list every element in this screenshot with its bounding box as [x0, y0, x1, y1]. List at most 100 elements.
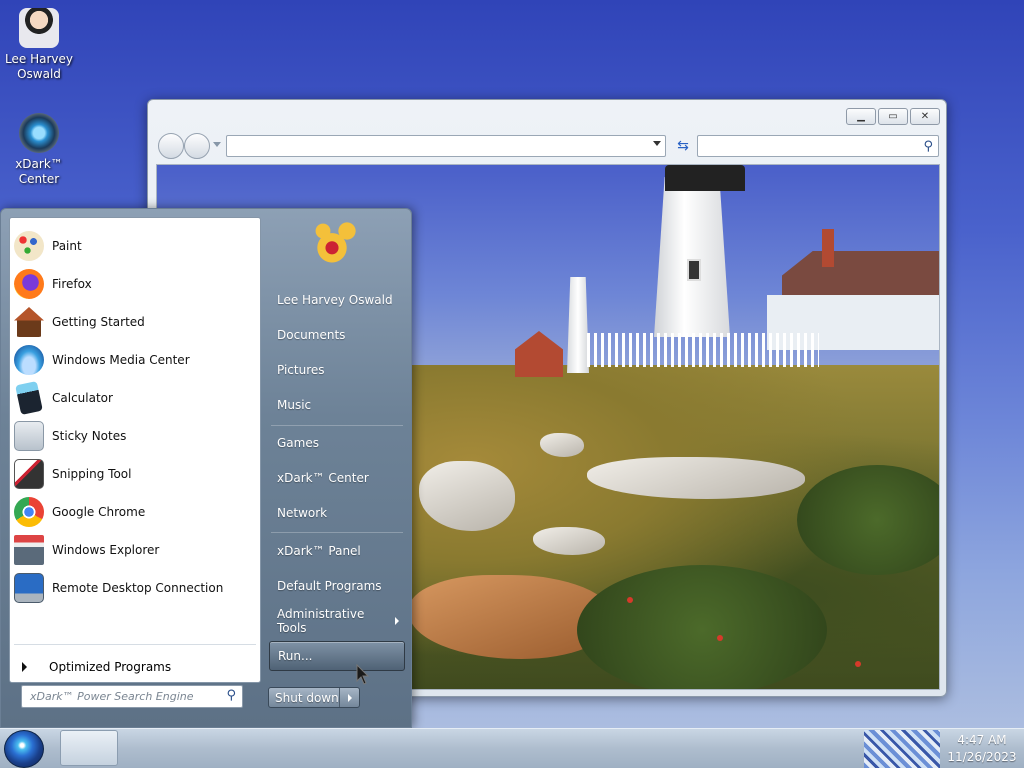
- optimized-programs-label: Optimized Programs: [49, 660, 172, 674]
- power-search-input[interactable]: xDark™ Power Search Engine ⚲: [21, 685, 243, 708]
- program-item-firefox[interactable]: Firefox: [14, 266, 256, 302]
- shutdown-button-group: Shut down: [268, 687, 360, 708]
- maximize-button[interactable]: ▭: [878, 108, 908, 125]
- arrow-right-icon: [347, 693, 352, 702]
- menu-separator: [271, 532, 403, 533]
- photo-flower: [855, 661, 861, 667]
- program-label: Paint: [52, 239, 82, 253]
- search-icon[interactable]: ⚲: [923, 139, 933, 154]
- photo-flower: [717, 635, 723, 641]
- media-center-icon: [14, 345, 44, 375]
- start-item-default-programs[interactable]: Default Programs: [269, 571, 405, 601]
- program-label: Snipping Tool: [52, 467, 132, 481]
- start-item-pictures[interactable]: Pictures: [269, 355, 405, 385]
- back-button[interactable]: [158, 133, 184, 159]
- program-item-remote-desktop[interactable]: Remote Desktop Connection: [14, 570, 256, 606]
- explorer-icon: [14, 535, 44, 565]
- desktop-icon-user[interactable]: Lee Harvey Oswald: [4, 8, 74, 82]
- program-label: Sticky Notes: [52, 429, 127, 443]
- submenu-arrow-icon: [395, 617, 399, 625]
- search-icon[interactable]: ⚲: [226, 688, 236, 703]
- clock-time: 4:47 AM: [957, 733, 1007, 747]
- program-label: Remote Desktop Connection: [52, 581, 224, 595]
- caption-buttons: ▁ ▭ ✕: [846, 108, 940, 125]
- program-label: Firefox: [52, 277, 92, 291]
- start-item-xdark-center[interactable]: xDark™ Center: [269, 463, 405, 493]
- start-item-run[interactable]: Run...: [269, 641, 405, 671]
- start-item-music[interactable]: Music: [269, 390, 405, 420]
- recent-pages-chevron-icon[interactable]: [213, 142, 221, 147]
- user-folder-icon: [19, 8, 59, 48]
- firefox-icon: [14, 269, 44, 299]
- snipping-tool-icon: [14, 459, 44, 489]
- minimize-icon: ▁: [857, 111, 865, 122]
- forward-button[interactable]: [184, 133, 210, 159]
- start-item-documents[interactable]: Documents: [269, 320, 405, 350]
- paint-icon: [14, 231, 44, 261]
- sticky-notes-icon: [14, 421, 44, 451]
- chrome-icon: [14, 497, 44, 527]
- program-label: Windows Explorer: [52, 543, 160, 557]
- clock-date: 11/26/2023: [947, 750, 1017, 764]
- expand-arrow-icon: [22, 662, 27, 672]
- navigation-bar: ⇆ ⚲: [156, 132, 939, 159]
- minimize-button[interactable]: ▁: [846, 108, 876, 125]
- program-item-paint[interactable]: Paint: [14, 228, 256, 264]
- program-item-calculator[interactable]: Calculator: [14, 380, 256, 416]
- getting-started-icon: [14, 307, 44, 337]
- program-item-windows-explorer[interactable]: Windows Explorer: [14, 532, 256, 568]
- photo-lighthouse-window: [687, 259, 701, 281]
- refresh-button[interactable]: ⇆: [670, 135, 696, 157]
- start-item-games[interactable]: Games: [269, 428, 405, 458]
- shutdown-options-button[interactable]: [339, 688, 359, 707]
- taskbar-window-button[interactable]: [60, 730, 118, 766]
- photo-fence: [587, 333, 819, 367]
- photo-chimney: [822, 229, 834, 267]
- notification-area[interactable]: [864, 730, 940, 768]
- photo-rock: [540, 433, 584, 457]
- photo-shed: [515, 331, 563, 377]
- address-bar[interactable]: [226, 135, 666, 157]
- window-search-input[interactable]: ⚲: [697, 135, 939, 157]
- start-item-administrative-tools[interactable]: Administrative Tools: [269, 606, 405, 636]
- desktop-icon-xdark-center[interactable]: xDark™ Center: [4, 113, 74, 187]
- program-label: Windows Media Center: [52, 353, 190, 367]
- user-picture-icon[interactable]: [305, 217, 365, 273]
- program-label: Google Chrome: [52, 505, 146, 519]
- menu-separator: [271, 425, 403, 426]
- start-menu: Paint Firefox Getting Started Windows Me…: [0, 208, 412, 728]
- shutdown-button[interactable]: Shut down: [269, 688, 339, 707]
- xdark-center-icon: [19, 113, 59, 153]
- system-clock[interactable]: 4:47 AM 11/26/2023: [940, 730, 1024, 768]
- program-label: Getting Started: [52, 315, 145, 329]
- photo-flower: [627, 597, 633, 603]
- close-icon: ✕: [920, 111, 930, 122]
- restore-icon: ▭: [888, 111, 898, 122]
- photo-small-tower: [567, 277, 589, 373]
- start-item-xdark-panel[interactable]: xDark™ Panel: [269, 536, 405, 566]
- remote-desktop-icon: [14, 573, 44, 603]
- program-item-google-chrome[interactable]: Google Chrome: [14, 494, 256, 530]
- close-button[interactable]: ✕: [910, 108, 940, 125]
- start-button[interactable]: [4, 730, 44, 768]
- start-item-user[interactable]: Lee Harvey Oswald: [269, 285, 405, 315]
- programs-separator: [14, 644, 256, 645]
- desktop-icon-label: Lee Harvey Oswald: [5, 52, 73, 81]
- start-item-network[interactable]: Network: [269, 498, 405, 528]
- mouse-cursor-icon: [356, 664, 370, 685]
- desktop-icon-label: xDark™ Center: [15, 157, 63, 186]
- optimized-programs-item[interactable]: Optimized Programs: [14, 652, 256, 682]
- photo-lighthouse-lantern: [665, 165, 745, 191]
- program-item-snipping-tool[interactable]: Snipping Tool: [14, 456, 256, 492]
- photo-bush: [577, 565, 827, 689]
- calculator-icon: [15, 381, 43, 415]
- program-item-windows-media-center[interactable]: Windows Media Center: [14, 342, 256, 378]
- address-dropdown-icon[interactable]: [653, 141, 661, 146]
- program-label: Calculator: [52, 391, 113, 405]
- programs-pane: Paint Firefox Getting Started Windows Me…: [9, 217, 261, 683]
- refresh-icon: ⇆: [677, 138, 689, 154]
- photo-lighthouse: [654, 177, 730, 337]
- program-item-getting-started[interactable]: Getting Started: [14, 304, 256, 340]
- program-item-sticky-notes[interactable]: Sticky Notes: [14, 418, 256, 454]
- search-placeholder: xDark™ Power Search Engine: [30, 690, 194, 703]
